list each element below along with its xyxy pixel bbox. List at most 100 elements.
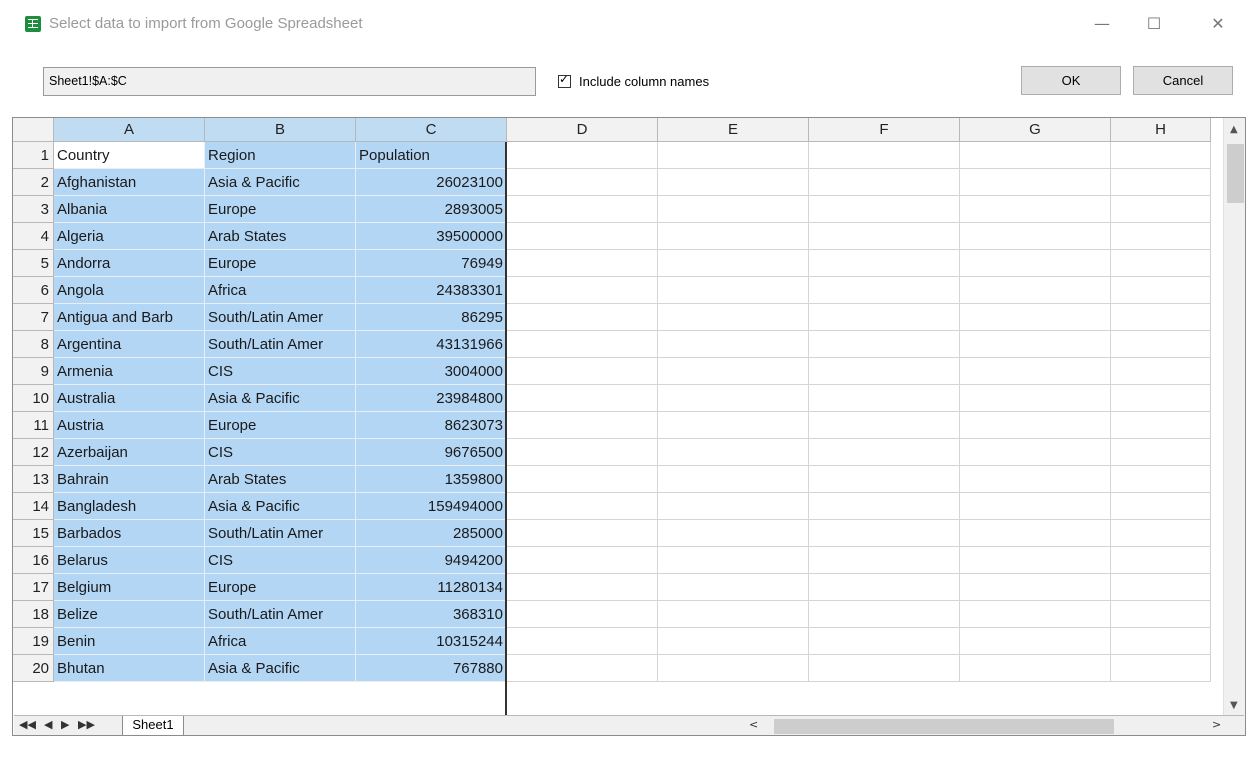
horizontal-scroll-thumb[interactable] [774, 719, 1114, 734]
table-cell[interactable] [1111, 439, 1211, 466]
table-cell[interactable]: Bahrain [54, 466, 205, 493]
table-cell[interactable] [507, 493, 658, 520]
table-cell[interactable] [809, 601, 960, 628]
row-header[interactable]: 8 [13, 331, 54, 358]
last-sheet-icon[interactable]: ▶▶ [78, 718, 95, 731]
table-cell[interactable]: Europe [205, 412, 356, 439]
table-cell[interactable] [658, 547, 809, 574]
column-header-g[interactable]: G [960, 118, 1111, 142]
table-cell[interactable] [1111, 466, 1211, 493]
table-cell[interactable]: 43131966 [356, 331, 507, 358]
table-cell[interactable]: 285000 [356, 520, 507, 547]
row-header[interactable]: 2 [13, 169, 54, 196]
table-cell[interactable] [960, 574, 1111, 601]
table-cell[interactable]: Australia [54, 385, 205, 412]
table-cell[interactable]: Bangladesh [54, 493, 205, 520]
table-cell[interactable] [507, 412, 658, 439]
table-cell[interactable] [809, 250, 960, 277]
table-cell[interactable] [1111, 196, 1211, 223]
table-cell[interactable] [658, 250, 809, 277]
table-cell[interactable]: Europe [205, 574, 356, 601]
horizontal-scrollbar[interactable]: < > [744, 718, 1224, 734]
row-header[interactable]: 20 [13, 655, 54, 682]
first-sheet-icon[interactable]: ◀◀ [19, 718, 36, 731]
column-header-h[interactable]: H [1111, 118, 1211, 142]
table-cell[interactable]: Belgium [54, 574, 205, 601]
table-cell[interactable] [960, 601, 1111, 628]
table-cell[interactable] [507, 439, 658, 466]
table-cell[interactable] [809, 304, 960, 331]
table-cell[interactable] [507, 304, 658, 331]
table-cell[interactable] [507, 574, 658, 601]
table-cell[interactable] [809, 466, 960, 493]
table-cell[interactable] [809, 655, 960, 682]
table-cell[interactable] [1111, 412, 1211, 439]
table-cell[interactable] [960, 304, 1111, 331]
table-cell[interactable] [658, 628, 809, 655]
row-header[interactable]: 19 [13, 628, 54, 655]
table-cell[interactable]: Europe [205, 250, 356, 277]
table-cell[interactable] [809, 574, 960, 601]
table-cell[interactable] [507, 196, 658, 223]
table-cell[interactable] [809, 628, 960, 655]
table-cell[interactable] [809, 385, 960, 412]
table-cell[interactable]: Austria [54, 412, 205, 439]
table-cell[interactable] [1111, 385, 1211, 412]
next-sheet-icon[interactable]: ▶ [61, 718, 69, 731]
row-header[interactable]: 10 [13, 385, 54, 412]
table-cell[interactable]: Region [205, 142, 356, 169]
table-cell[interactable] [658, 142, 809, 169]
table-cell[interactable]: 26023100 [356, 169, 507, 196]
maximize-button[interactable]: ☐ [1139, 10, 1169, 38]
table-cell[interactable]: 24383301 [356, 277, 507, 304]
table-cell[interactable] [507, 385, 658, 412]
table-cell[interactable]: 9676500 [356, 439, 507, 466]
table-cell[interactable]: Argentina [54, 331, 205, 358]
table-cell[interactable] [658, 196, 809, 223]
table-cell[interactable] [658, 385, 809, 412]
table-cell[interactable] [960, 547, 1111, 574]
row-header[interactable]: 6 [13, 277, 54, 304]
table-cell[interactable] [960, 493, 1111, 520]
table-cell[interactable]: 368310 [356, 601, 507, 628]
table-cell[interactable] [960, 196, 1111, 223]
table-cell[interactable] [1111, 520, 1211, 547]
table-cell[interactable] [507, 250, 658, 277]
table-cell[interactable] [960, 385, 1111, 412]
table-cell[interactable] [1111, 574, 1211, 601]
row-header[interactable]: 9 [13, 358, 54, 385]
table-cell[interactable] [1111, 358, 1211, 385]
table-cell[interactable] [809, 196, 960, 223]
table-cell[interactable]: Albania [54, 196, 205, 223]
table-cell[interactable] [658, 331, 809, 358]
table-cell[interactable] [507, 466, 658, 493]
table-cell[interactable]: 10315244 [356, 628, 507, 655]
table-cell[interactable] [809, 223, 960, 250]
row-header[interactable]: 18 [13, 601, 54, 628]
table-cell[interactable] [960, 439, 1111, 466]
table-cell[interactable] [507, 169, 658, 196]
row-header[interactable]: 11 [13, 412, 54, 439]
table-cell[interactable] [1111, 250, 1211, 277]
table-cell[interactable]: Barbados [54, 520, 205, 547]
table-cell[interactable]: 39500000 [356, 223, 507, 250]
table-cell[interactable] [507, 142, 658, 169]
table-cell[interactable] [1111, 628, 1211, 655]
table-cell[interactable]: 11280134 [356, 574, 507, 601]
table-cell[interactable] [960, 277, 1111, 304]
table-cell[interactable] [658, 223, 809, 250]
prev-sheet-icon[interactable]: ◀ [44, 718, 52, 731]
table-cell[interactable] [809, 169, 960, 196]
table-cell[interactable] [658, 493, 809, 520]
row-header[interactable]: 13 [13, 466, 54, 493]
table-cell[interactable]: Africa [205, 277, 356, 304]
column-header-e[interactable]: E [658, 118, 809, 142]
table-cell[interactable] [960, 331, 1111, 358]
table-cell[interactable]: 23984800 [356, 385, 507, 412]
table-cell[interactable]: 76949 [356, 250, 507, 277]
table-cell[interactable] [1111, 304, 1211, 331]
table-cell[interactable]: Europe [205, 196, 356, 223]
table-cell[interactable]: Country [54, 142, 205, 169]
table-cell[interactable] [960, 412, 1111, 439]
table-cell[interactable] [1111, 277, 1211, 304]
